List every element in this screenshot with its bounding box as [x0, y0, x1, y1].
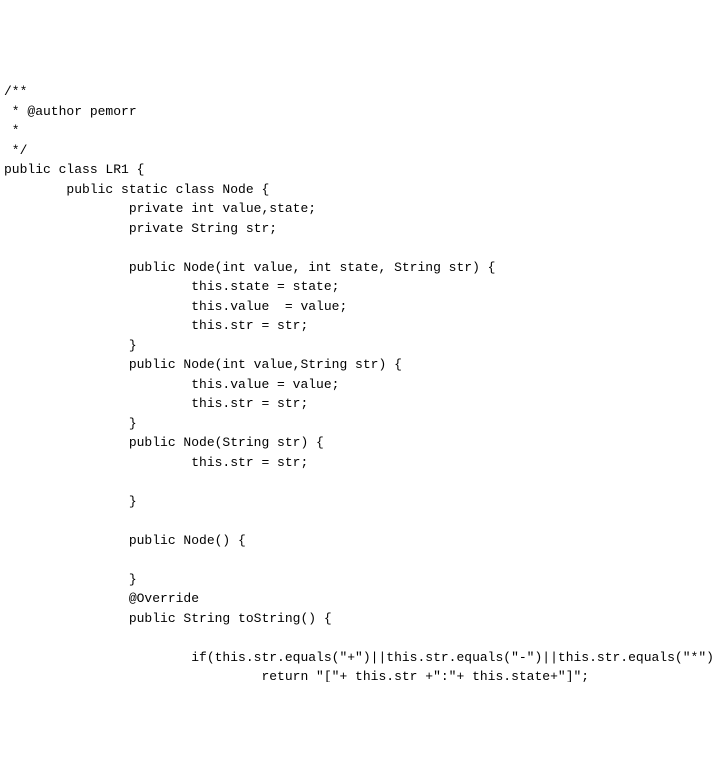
code-line: this.str = str; — [4, 318, 308, 333]
code-line: * — [4, 123, 20, 138]
code-line: public Node() { — [4, 533, 246, 548]
code-line: } — [4, 338, 137, 353]
code-line: public Node(int value, int state, String… — [4, 260, 495, 275]
code-line: private String str; — [4, 221, 277, 236]
code-line: public static class Node { — [4, 182, 269, 197]
code-line: public Node(String str) { — [4, 435, 324, 450]
code-line: if(this.str.equals("+")||this.str.equals… — [4, 650, 714, 665]
code-line: public Node(int value,String str) { — [4, 357, 402, 372]
code-line: this.state = state; — [4, 279, 339, 294]
code-line: @Override — [4, 591, 199, 606]
code-line: this.str = str; — [4, 455, 308, 470]
code-line: this.value = value; — [4, 377, 339, 392]
code-line: } — [4, 572, 137, 587]
code-line: return "["+ this.str +":"+ this.state+"]… — [4, 669, 589, 682]
code-viewer: /** * @author pemorr * */ public class L… — [4, 82, 720, 682]
code-line: */ — [4, 143, 27, 158]
code-line: } — [4, 416, 137, 431]
code-line: this.str = str; — [4, 396, 308, 411]
code-line: public String toString() { — [4, 611, 332, 626]
code-line: this.value = value; — [4, 299, 347, 314]
code-line: public class LR1 { — [4, 162, 144, 177]
code-line: } — [4, 494, 137, 509]
code-line: /** — [4, 84, 27, 99]
code-line: private int value,state; — [4, 201, 316, 216]
code-line: * @author pemorr — [4, 104, 137, 119]
